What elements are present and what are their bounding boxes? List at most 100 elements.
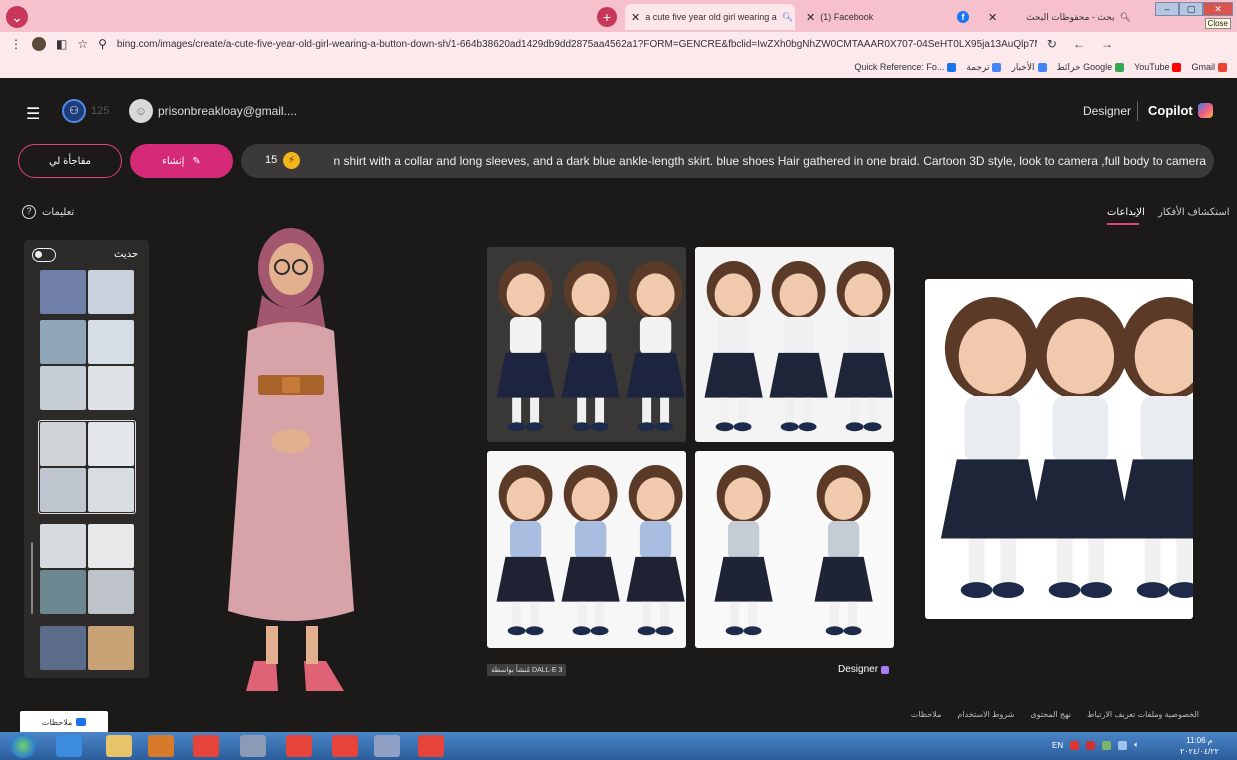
bookmark-label: ترجمة: [966, 61, 990, 72]
language-indicator[interactable]: EN: [1052, 741, 1063, 750]
sidebar-icon[interactable]: ◧: [56, 37, 67, 51]
tab-creations[interactable]: الإبداعات: [1107, 207, 1145, 218]
girl-figure: [1116, 297, 1193, 598]
tray-app-icon[interactable]: [1086, 740, 1096, 750]
history-thumbnail-group[interactable]: [38, 624, 136, 672]
bookmark-item[interactable]: ترجمة: [966, 61, 1002, 73]
footer-link[interactable]: ملاحظات: [911, 710, 942, 719]
history-thumbnail[interactable]: [40, 422, 86, 466]
history-thumbnail[interactable]: [40, 320, 86, 364]
tab-close-icon[interactable]: ✕: [988, 11, 997, 24]
history-thumbnail[interactable]: [88, 366, 134, 410]
user-email[interactable]: prisonbreakloay@gmail....: [158, 104, 297, 118]
girl-figure: [714, 465, 773, 636]
bookmark-label: YouTube: [1134, 62, 1170, 72]
rewards-medal-icon[interactable]: ⚇: [62, 99, 86, 123]
tray-app-icon[interactable]: [1070, 740, 1080, 750]
tab-close-icon[interactable]: ✕: [631, 11, 640, 24]
chrome-icon[interactable]: [286, 735, 312, 757]
footer-link[interactable]: شروط الاستخدام: [957, 710, 1014, 719]
clock-date: ٢٠٢٤/٠٤/٢٢: [1180, 747, 1219, 756]
bookmark-label: خرائط Google: [1056, 61, 1113, 72]
clock-time: 11:06 م: [1186, 736, 1213, 745]
tab-bing-create[interactable]: ✕ a cute five year old girl wearing a 🔍︎: [625, 4, 795, 30]
sidebar-scrollbar[interactable]: [31, 542, 33, 614]
profile-icon[interactable]: [32, 37, 46, 51]
history-thumbnail[interactable]: [88, 422, 134, 466]
history-thumbnail-group[interactable]: [38, 522, 136, 616]
forward-icon[interactable]: →: [1101, 37, 1113, 51]
footer-link[interactable]: الخصوصية وملفات تعريف الارتباط: [1087, 710, 1199, 719]
taskbar-clock[interactable]: 11:06 م ٢٠٢٤/٠٤/٢٢: [1180, 735, 1219, 757]
bookmark-item[interactable]: Quick Reference: Fo...: [854, 62, 957, 72]
copilot-link[interactable]: Copilot: [1148, 103, 1193, 118]
bookmark-item[interactable]: الأخبار: [1011, 62, 1047, 73]
girls-figure-set: [496, 465, 685, 636]
start-button-icon[interactable]: [10, 734, 36, 758]
paint-icon[interactable]: [374, 735, 400, 757]
history-thumbnail[interactable]: [88, 570, 134, 614]
back-icon[interactable]: ←: [1073, 37, 1085, 51]
help-link[interactable]: ? تعليمات: [22, 205, 74, 219]
history-thumbnail[interactable]: [40, 366, 86, 410]
internet-explorer-icon[interactable]: [56, 735, 82, 757]
maximize-icon[interactable]: ▢: [1179, 2, 1203, 16]
tray-app-icon[interactable]: [1102, 740, 1112, 750]
create-button[interactable]: إنشاء ✎: [130, 144, 233, 178]
network-icon[interactable]: [1118, 740, 1128, 750]
designer-link[interactable]: Designer: [1083, 104, 1131, 118]
prompt-input[interactable]: [325, 144, 1210, 178]
recent-toggle[interactable]: [32, 248, 56, 262]
tab-search-history[interactable]: ✕ بحث - محفوظات البحث 🔍︎: [982, 4, 1137, 30]
reward-count: 125: [91, 105, 110, 117]
media-player-icon[interactable]: [148, 735, 174, 757]
new-tab-icon[interactable]: +: [597, 7, 617, 27]
copilot-logo-icon: [1198, 103, 1213, 118]
bookmark-star-icon[interactable]: ☆: [77, 37, 88, 51]
tab-explore-ideas[interactable]: استكشاف الأفكار: [1158, 207, 1229, 218]
reload-icon[interactable]: ↻: [1047, 37, 1057, 51]
history-thumbnail-group[interactable]: [38, 420, 136, 514]
minimize-icon[interactable]: –: [1155, 2, 1179, 16]
surprise-me-button[interactable]: مفاجأة لي: [18, 144, 122, 178]
boost-coin-icon[interactable]: ⚡: [283, 152, 300, 169]
app-icon[interactable]: [240, 735, 266, 757]
chrome-icon[interactable]: [418, 735, 444, 757]
chrome-icon[interactable]: [193, 735, 219, 757]
history-thumbnail-group[interactable]: [38, 318, 136, 412]
footer-link[interactable]: نهج المحتوى: [1030, 710, 1071, 719]
site-info-icon[interactable]: ⚲: [98, 37, 107, 51]
feedback-button[interactable]: ملاحظات: [20, 711, 108, 733]
history-thumbnail-group[interactable]: [38, 268, 136, 316]
chrome-icon[interactable]: [332, 735, 358, 757]
search-icon: 🔍︎: [781, 11, 794, 22]
user-avatar-icon[interactable]: ☺: [129, 99, 153, 123]
history-thumbnail[interactable]: [40, 570, 86, 614]
girl-figure: [561, 465, 620, 636]
history-thumbnail[interactable]: [40, 626, 86, 670]
bookmark-item[interactable]: خرائط Google: [1057, 62, 1125, 73]
history-thumbnail[interactable]: [40, 524, 86, 568]
bookmark-favicon-icon: [1115, 62, 1125, 72]
history-thumbnail[interactable]: [88, 270, 134, 314]
history-thumbnail[interactable]: [40, 468, 86, 512]
bookmark-item[interactable]: YouTube: [1134, 62, 1182, 72]
history-thumbnail[interactable]: [40, 270, 86, 314]
recent-sidebar: حديث: [24, 240, 149, 678]
history-thumbnail[interactable]: [88, 468, 134, 512]
tab-close-icon[interactable]: ✕: [806, 11, 815, 24]
tab-facebook[interactable]: ✕ (1) Facebook f: [800, 4, 975, 30]
kebab-menu-icon[interactable]: ⋮: [10, 37, 22, 51]
address-bar: ⋮ ◧ ☆ ⚲ bing.com/images/create/a-cute-fi…: [0, 32, 1237, 56]
history-thumbnail[interactable]: [88, 320, 134, 364]
history-thumbnail[interactable]: [88, 626, 134, 670]
bookmark-item[interactable]: Gmail: [1191, 62, 1227, 72]
volume-icon[interactable]: 🔈︎: [1134, 740, 1139, 750]
hamburger-menu-icon[interactable]: ☰: [26, 104, 40, 124]
url-field[interactable]: bing.com/images/create/a-cute-five-year-…: [117, 39, 1037, 50]
file-explorer-icon[interactable]: [106, 735, 132, 757]
close-window-icon[interactable]: ✕: [1203, 2, 1233, 16]
history-thumbnail[interactable]: [88, 524, 134, 568]
tab-search-icon[interactable]: ⌄: [6, 6, 28, 28]
designer-watermark[interactable]: Designer: [838, 664, 890, 675]
